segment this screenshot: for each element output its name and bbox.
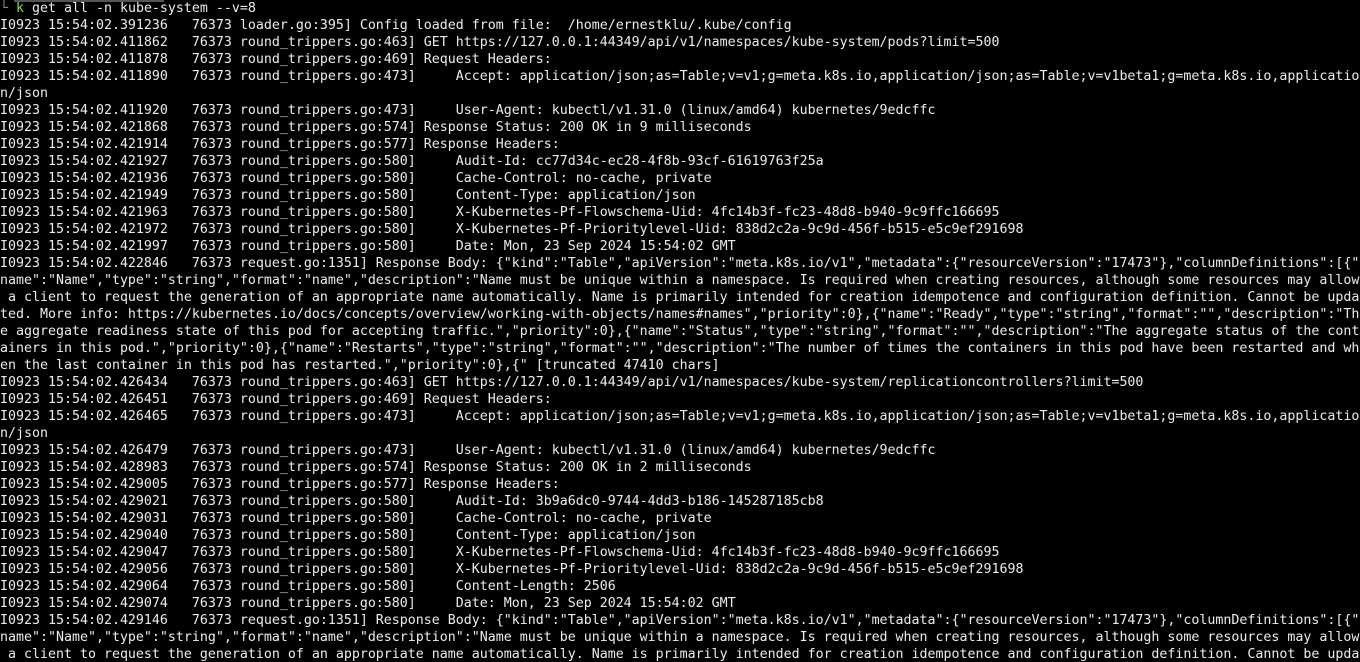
log-line: n/json xyxy=(0,426,48,441)
log-line: I0923 15:54:02.426465 76373 round_trippe… xyxy=(0,409,1360,424)
log-line: I0923 15:54:02.429047 76373 round_trippe… xyxy=(0,545,1000,560)
log-line: I0923 15:54:02.429146 76373 request.go:1… xyxy=(0,613,1360,628)
log-line: I0923 15:54:02.411890 76373 round_trippe… xyxy=(0,69,1360,84)
log-line: I0923 15:54:02.426479 76373 round_trippe… xyxy=(0,443,936,458)
log-line: ted. More info: https://kubernetes.io/do… xyxy=(0,307,1360,322)
log-line: I0923 15:54:02.429021 76373 round_trippe… xyxy=(0,494,824,509)
log-line: I0923 15:54:02.429040 76373 round_trippe… xyxy=(0,528,696,543)
log-line: I0923 15:54:02.426434 76373 round_trippe… xyxy=(0,375,1144,390)
log-line: I0923 15:54:02.421972 76373 round_trippe… xyxy=(0,222,1024,237)
log-line: I0923 15:54:02.421868 76373 round_trippe… xyxy=(0,120,752,135)
log-line: I0923 15:54:02.429064 76373 round_trippe… xyxy=(0,579,616,594)
log-line: I0923 15:54:02.421927 76373 round_trippe… xyxy=(0,154,824,169)
log-line: I0923 15:54:02.429005 76373 round_trippe… xyxy=(0,477,560,492)
log-line: ainers in this pod.","priority":0},{"nam… xyxy=(0,341,1360,356)
log-line: I0923 15:54:02.421963 76373 round_trippe… xyxy=(0,205,1000,220)
log-line: I0923 15:54:02.411878 76373 round_trippe… xyxy=(0,52,552,67)
log-line: name":"Name","type":"string","format":"n… xyxy=(0,630,1360,645)
log-line: I0923 15:54:02.411862 76373 round_trippe… xyxy=(0,35,1000,50)
log-line: I0923 15:54:02.421936 76373 round_trippe… xyxy=(0,171,712,186)
prompt-line: └ k get all -n kube-system --v=8 xyxy=(0,0,1360,17)
log-line: n/json xyxy=(0,86,48,101)
terminal-output[interactable]: └ k get all -n kube-system --v=8 I0923 1… xyxy=(0,0,1360,662)
log-line: I0923 15:54:02.429056 76373 round_trippe… xyxy=(0,562,1024,577)
log-line: I0923 15:54:02.421949 76373 round_trippe… xyxy=(0,188,696,203)
log-output: I0923 15:54:02.391236 76373 loader.go:39… xyxy=(0,17,1360,662)
log-line: e aggregate readiness state of this pod … xyxy=(0,324,1360,339)
log-line: I0923 15:54:02.429074 76373 round_trippe… xyxy=(0,596,736,611)
log-line: en the last container in this pod has re… xyxy=(0,358,720,373)
log-line: name":"Name","type":"string","format":"n… xyxy=(0,273,1360,288)
log-line: I0923 15:54:02.426451 76373 round_trippe… xyxy=(0,392,552,407)
log-line: I0923 15:54:02.422846 76373 request.go:1… xyxy=(0,256,1360,271)
log-line: a client to request the generation of an… xyxy=(0,647,1360,662)
log-line: I0923 15:54:02.421997 76373 round_trippe… xyxy=(0,239,736,254)
log-line: a client to request the generation of an… xyxy=(0,290,1360,305)
prompt-corner: └ xyxy=(0,1,16,16)
command-alias: k xyxy=(16,1,24,16)
log-line: I0923 15:54:02.411920 76373 round_trippe… xyxy=(0,103,936,118)
log-line: I0923 15:54:02.421914 76373 round_trippe… xyxy=(0,137,560,152)
command-args: get all -n kube-system --v=8 xyxy=(24,1,256,16)
log-line: I0923 15:54:02.428983 76373 round_trippe… xyxy=(0,460,752,475)
log-line: I0923 15:54:02.391236 76373 loader.go:39… xyxy=(0,18,792,33)
log-line: I0923 15:54:02.429031 76373 round_trippe… xyxy=(0,511,712,526)
